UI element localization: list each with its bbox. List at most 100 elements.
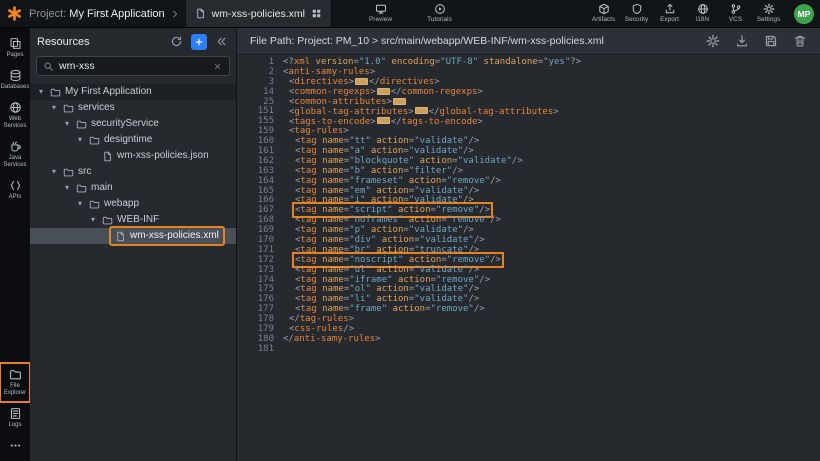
caret-down-icon[interactable]: ▾ — [62, 119, 72, 129]
tree-item-webapp[interactable]: ▾webapp — [30, 196, 236, 212]
caret-down-icon[interactable]: ▾ — [75, 199, 85, 209]
fold-marker[interactable] — [415, 107, 428, 114]
code-line-180[interactable]: 180</anti-samy-rules> — [237, 335, 820, 345]
sidebar-item-web-services[interactable]: Web Services — [1, 97, 29, 134]
logs-icon — [9, 407, 22, 420]
action-label: Tutorials — [427, 17, 452, 24]
i18n-icon — [697, 3, 709, 15]
sidebar-item-java-services[interactable]: Java Services — [1, 136, 29, 173]
caret-down-icon[interactable]: ▾ — [88, 215, 98, 225]
tree-item-wm-xss-policies-xml[interactable]: wm-xss-policies.xml — [30, 228, 236, 244]
fold-marker[interactable] — [377, 88, 390, 95]
trash-button[interactable] — [793, 34, 807, 48]
save-button[interactable] — [764, 34, 778, 48]
tutorials-icon — [434, 3, 446, 15]
folder-icon — [89, 199, 100, 210]
tree-item-services[interactable]: ▾ services — [30, 100, 236, 116]
avatar[interactable]: MP — [794, 4, 814, 24]
caret-down-icon[interactable]: ▾ — [62, 183, 72, 193]
tree-item-content: wm-xss-policies.xml — [111, 228, 223, 244]
project-title: Project:My First Application — [29, 8, 165, 20]
sidebar-item-databases[interactable]: Databases — [1, 65, 29, 95]
sidebar-item-more-icon[interactable] — [1, 435, 29, 456]
topbar-action-vcs[interactable]: VCS — [720, 2, 751, 25]
vcs-icon — [730, 3, 742, 15]
tree-item-wm-xss-policies-json[interactable]: wm-xss-policies.json — [30, 148, 236, 164]
sidebar-item-label: APIs — [9, 194, 22, 201]
trash-icon — [793, 34, 807, 48]
topbar: Project:My First Application wm-xss-poli… — [0, 0, 820, 28]
line-number: 181 — [237, 345, 283, 355]
resources-header-icons — [169, 34, 229, 50]
code-line-181[interactable]: 181 — [237, 345, 820, 355]
file-path: File Path: Project: PM_10 > src/main/web… — [250, 35, 692, 47]
collapse-left-button[interactable] — [214, 34, 229, 49]
security-icon — [631, 3, 643, 15]
sidebar-item-logs[interactable]: Logs — [1, 403, 29, 433]
tab-label: wm-xss-policies.xml — [212, 8, 305, 20]
search-input[interactable] — [59, 60, 206, 72]
topbar-action-settings[interactable]: Settings — [753, 2, 784, 25]
line-number: 14 — [237, 88, 283, 98]
file-path-bar: File Path: Project: PM_10 > src/main/web… — [237, 28, 820, 55]
refresh-button[interactable] — [169, 34, 184, 49]
sidebar-item-label: Databases — [1, 84, 30, 91]
sidebar-item-label: File Explorer — [1, 383, 29, 397]
tree-item-securityservice[interactable]: ▾securityService — [30, 116, 236, 132]
clear-search-button[interactable] — [211, 60, 223, 72]
sidebar-item-pages[interactable]: Pages — [1, 33, 29, 63]
sidebar-item-apis[interactable]: APIs — [1, 175, 29, 205]
line-number: 1 — [237, 58, 283, 68]
fold-marker[interactable] — [355, 78, 368, 85]
project-label: Project: — [29, 8, 66, 20]
folder-icon — [89, 135, 100, 146]
resources-header: Resources — [30, 28, 236, 55]
caret-down-icon[interactable]: ▾ — [75, 135, 85, 145]
tree-item-label: main — [91, 181, 113, 195]
fold-marker[interactable] — [393, 98, 406, 105]
tree-item-web-inf[interactable]: ▾WEB-INF — [30, 212, 236, 228]
topbar-center-actions: Preview Tutorials — [365, 2, 455, 25]
fold-marker[interactable] — [377, 117, 390, 124]
topbar-action-security[interactable]: Security — [621, 2, 652, 25]
search-box — [36, 56, 230, 76]
caret-down-icon[interactable]: ▾ — [49, 103, 59, 113]
grid-icon[interactable] — [311, 8, 322, 19]
add-button[interactable] — [191, 34, 207, 50]
tree-item-content: wm-xss-policies.json — [98, 148, 213, 164]
topbar-action-export[interactable]: Export — [654, 2, 685, 25]
tree-item-my-first-application[interactable]: ▾My First Application — [30, 84, 236, 100]
tree-item-designtime[interactable]: ▾ designtime — [30, 132, 236, 148]
tree-item-main[interactable]: ▾ main — [30, 180, 236, 196]
topbar-action-tutorials[interactable]: Tutorials — [424, 2, 455, 25]
pages-icon — [9, 37, 22, 50]
refresh-icon — [170, 35, 183, 48]
tab-wm-xss-policies[interactable]: wm-xss-policies.xml — [185, 0, 332, 27]
sidebar-item-label: Logs — [8, 422, 21, 429]
tree-item-label: designtime — [104, 133, 152, 147]
tree-item-content: main — [72, 180, 117, 196]
chevron-right-icon[interactable] — [170, 9, 180, 19]
more-icon — [9, 439, 22, 452]
caret-down-icon[interactable]: ▾ — [36, 87, 46, 97]
gear-button[interactable] — [706, 34, 720, 48]
code-editor[interactable]: 1<?xml version="1.0" encoding="UTF-8" st… — [237, 55, 820, 461]
wavemaker-logo-icon[interactable] — [6, 5, 23, 22]
sidebar-item-file-explorer[interactable]: File Explorer — [1, 364, 29, 401]
folder-icon — [76, 183, 87, 194]
rail-bottom-items: File Explorer Logs — [1, 363, 29, 457]
action-label: Export — [660, 17, 679, 24]
topbar-action-artifacts[interactable]: Artifacts — [588, 2, 619, 25]
artifacts-icon — [598, 3, 610, 15]
collapse-left-icon — [215, 35, 228, 48]
databases-icon — [9, 69, 22, 82]
download-button[interactable] — [735, 34, 749, 48]
tree-item-src[interactable]: ▾src — [30, 164, 236, 180]
line-number: 2 — [237, 68, 283, 78]
web-services-icon — [9, 101, 22, 114]
caret-down-icon[interactable]: ▾ — [49, 167, 59, 177]
tree-item-content: webapp — [85, 196, 143, 212]
topbar-action-i18n[interactable]: i18N — [687, 2, 718, 25]
tree-item-label: services — [78, 101, 115, 115]
topbar-action-preview[interactable]: Preview — [365, 2, 396, 25]
